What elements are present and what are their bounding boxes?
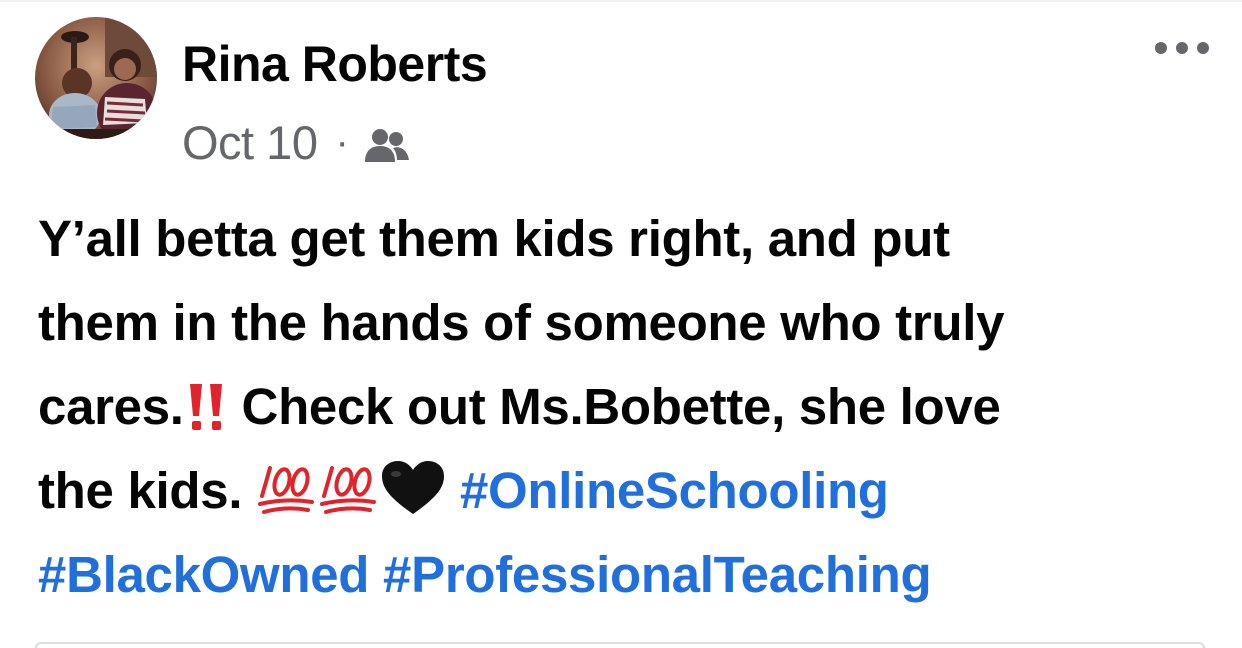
profile-photo [35, 17, 157, 139]
post-line-3: cares. Check out Ms.Bobette, she love [38, 365, 1218, 449]
meta-separator: · [335, 119, 349, 164]
post-body: Y’all betta get them kids right, and put… [38, 197, 1218, 617]
facebook-post: Rina Roberts Oct 10 · Y’all betta get th… [0, 0, 1242, 648]
more-horizontal-icon [1155, 42, 1209, 54]
black-heart-emoji [380, 457, 446, 541]
hashtag-online-schooling[interactable]: #OnlineSchooling [460, 462, 889, 519]
post-line-4-start: the kids. [38, 462, 257, 519]
author-avatar[interactable] [35, 17, 157, 139]
post-line-5: #BlackOwned #ProfessionalTeaching [38, 533, 1218, 617]
post-line-3-start: cares. [38, 378, 184, 435]
post-meta: Oct 10 · [182, 112, 411, 172]
hundred-points-emoji [318, 457, 380, 541]
post-date[interactable]: Oct 10 [182, 115, 318, 170]
more-options-button[interactable] [1150, 30, 1214, 66]
friends-icon[interactable] [363, 122, 411, 162]
post-line-1: Y’all betta get them kids right, and put [38, 210, 950, 267]
post-line-3-end: Check out Ms.Bobette, she love [227, 378, 1001, 435]
top-divider [0, 0, 1242, 2]
link-preview-card-edge [35, 642, 1205, 648]
hashtag-black-owned[interactable]: #BlackOwned [38, 546, 369, 603]
post-line-4: the kids. #OnlineSchooling [38, 449, 1218, 533]
post-line-2: them in the hands of someone who truly [38, 294, 1005, 351]
hundred-points-emoji [256, 457, 318, 541]
author-name[interactable]: Rina Roberts [182, 34, 488, 94]
hashtag-professional-teaching[interactable]: #ProfessionalTeaching [383, 546, 932, 603]
double-exclamation-emoji [184, 373, 228, 457]
